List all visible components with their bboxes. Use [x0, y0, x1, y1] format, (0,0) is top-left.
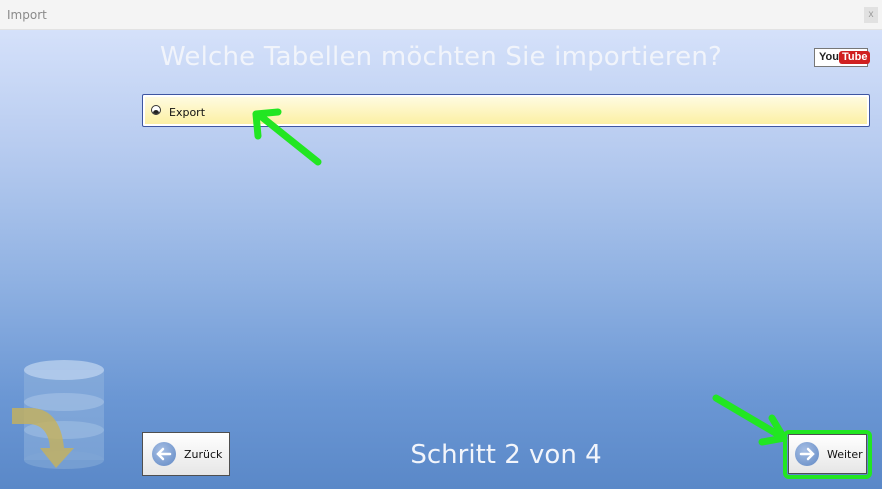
arrow-right-icon	[795, 442, 819, 466]
next-button[interactable]: Weiter	[788, 434, 867, 474]
step-indicator: Schritt 2 von 4	[410, 440, 602, 470]
window-title: Import	[7, 8, 47, 22]
import-window: Import x Welche Tabellen möchten Sie imp…	[0, 0, 882, 489]
youtube-logo-tube: Tube	[839, 51, 871, 64]
youtube-logo-button[interactable]: You Tube	[814, 48, 871, 67]
youtube-logo-you: You	[819, 51, 839, 63]
wizard-content: Welche Tabellen möchten Sie importieren?…	[0, 30, 882, 489]
table-list: Export	[142, 94, 870, 127]
close-button[interactable]: x	[864, 7, 878, 23]
next-button-label: Weiter	[827, 448, 863, 461]
page-title: Welche Tabellen möchten Sie importieren?	[159, 42, 723, 72]
half-filled-circle-icon	[151, 105, 161, 115]
table-row-export[interactable]: Export	[145, 97, 867, 124]
title-bar: Import x	[0, 0, 882, 30]
table-row-label: Export	[169, 106, 206, 119]
